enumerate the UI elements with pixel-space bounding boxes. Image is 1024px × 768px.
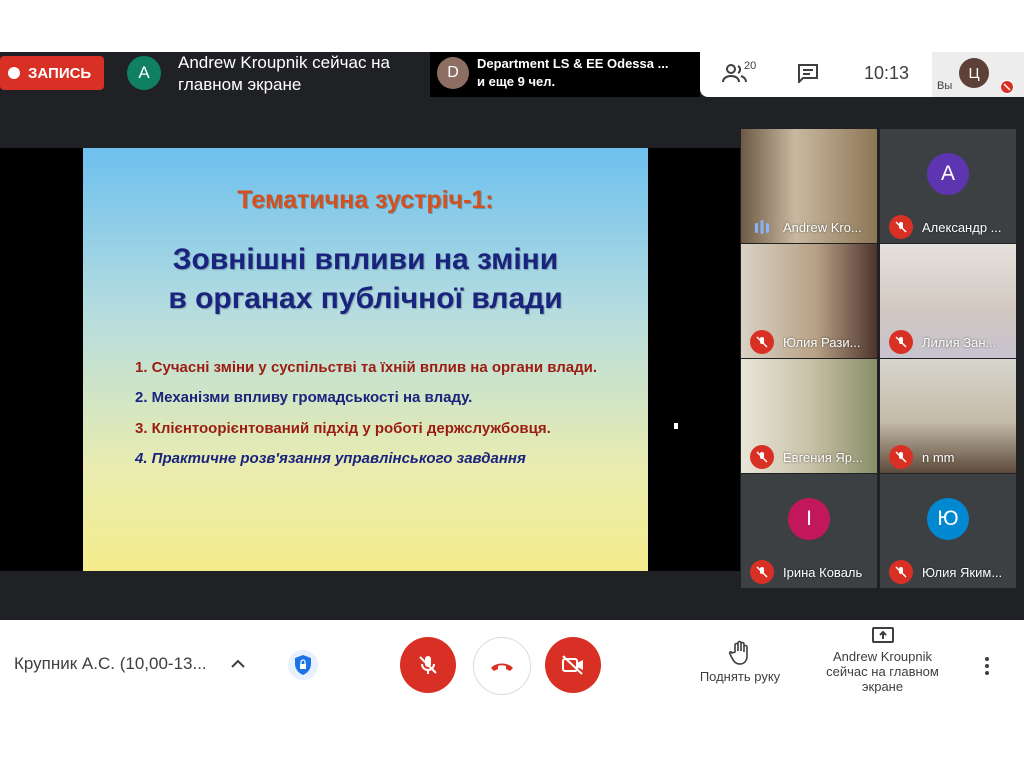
mic-off-icon bbox=[750, 445, 774, 469]
chevron-up-icon[interactable] bbox=[228, 654, 248, 674]
raise-hand-label: Поднять руку bbox=[699, 669, 781, 684]
dept-chip-text: Department LS & EE Odessa ... и еще 9 че… bbox=[477, 55, 692, 91]
participant-tile[interactable]: Ю Юлия Яким... bbox=[880, 474, 1016, 588]
participant-name: Andrew Kro... bbox=[783, 220, 862, 235]
meeting-title[interactable]: Крупник А.С. (10,00-13... bbox=[14, 654, 224, 674]
present-label: Andrew Kroupnik сейчас на главном экране bbox=[826, 649, 939, 694]
participant-tile[interactable]: І Ірина Коваль bbox=[741, 474, 877, 588]
participant-name: Александр ... bbox=[922, 220, 1002, 235]
presenter-note: Andrew Kroupnik сейчас на главном экране bbox=[178, 53, 391, 94]
participant-avatar: І bbox=[788, 498, 830, 540]
dept-avatar: D bbox=[437, 57, 469, 89]
mic-off-icon bbox=[419, 656, 437, 674]
present-screen-icon bbox=[871, 627, 894, 643]
slide-item-4: 4. Практичне розв'язання управлінського … bbox=[135, 450, 526, 467]
participant-tile[interactable]: A Александр ... bbox=[880, 129, 1016, 243]
camera-toggle-button[interactable] bbox=[545, 637, 601, 693]
participant-avatar: A bbox=[927, 153, 969, 195]
record-dot-icon bbox=[8, 67, 20, 79]
dept-name: Department LS & EE Odessa ... bbox=[477, 56, 669, 71]
participant-name: Юлия Яким... bbox=[922, 565, 1003, 580]
mic-off-icon bbox=[889, 215, 913, 239]
slide-title-line2: в органах публічної влади bbox=[168, 282, 563, 315]
participant-tile[interactable]: Евгения Яр... bbox=[741, 359, 877, 473]
participant-tile[interactable]: Лилия Зан... bbox=[880, 244, 1016, 358]
present-button[interactable]: Andrew Kroupnik сейчас на главном экране bbox=[815, 626, 950, 694]
leave-call-button[interactable] bbox=[473, 637, 531, 695]
shield-lock-icon[interactable] bbox=[288, 650, 318, 680]
participant-name: Лилия Зан... bbox=[922, 335, 997, 350]
mic-off-icon bbox=[1000, 80, 1014, 94]
participant-tile[interactable]: n mm bbox=[880, 359, 1016, 473]
slide-item-3: 3. Клієнтоорієнтований підхід у роботі д… bbox=[135, 420, 551, 437]
mic-off-icon bbox=[889, 560, 913, 584]
presenter-avatar: A bbox=[127, 56, 161, 90]
participant-avatar: Ю bbox=[927, 498, 969, 540]
mic-toggle-button[interactable] bbox=[400, 637, 456, 693]
people-count: 20 bbox=[744, 60, 757, 72]
camera-off-icon bbox=[562, 655, 583, 675]
slide-item-1: 1. Сучасні зміни у суспільстві та їхній … bbox=[135, 359, 598, 376]
mic-off-icon bbox=[750, 330, 774, 354]
self-label: Вы bbox=[937, 80, 953, 92]
mouse-cursor bbox=[674, 423, 678, 429]
dept-more: и еще 9 чел. bbox=[477, 74, 556, 89]
more-options-icon[interactable] bbox=[980, 654, 994, 678]
participant-name: Юлия Рази... bbox=[783, 335, 861, 350]
slide-item-2: 2. Механізми впливу громадськості на вла… bbox=[135, 389, 473, 406]
participant-tile[interactable]: Юлия Рази... bbox=[741, 244, 877, 358]
slide-title: Зовнішні впливи на зміни в органах публі… bbox=[83, 240, 648, 318]
participant-name: n mm bbox=[922, 450, 955, 465]
recording-label: ЗАПИСЬ bbox=[28, 64, 92, 82]
self-avatar: Ц bbox=[959, 58, 989, 88]
recording-badge[interactable]: ЗАПИСЬ bbox=[0, 56, 104, 90]
mic-off-icon bbox=[750, 560, 774, 584]
mic-off-icon bbox=[889, 445, 913, 469]
hand-icon bbox=[728, 640, 748, 665]
chat-icon[interactable] bbox=[797, 63, 819, 83]
slide-kicker: Тематична зустріч-1: bbox=[237, 186, 494, 214]
hang-up-icon bbox=[491, 663, 513, 671]
participant-name: Ірина Коваль bbox=[783, 565, 863, 580]
speaking-icon bbox=[755, 220, 769, 234]
mic-off-icon bbox=[889, 330, 913, 354]
raise-hand-button[interactable]: Поднять руку bbox=[690, 640, 790, 684]
participant-name: Евгения Яр... bbox=[783, 450, 863, 465]
participant-tile[interactable]: Andrew Kro... bbox=[741, 129, 877, 243]
clock: 10:13 bbox=[864, 63, 910, 83]
slide-title-line1: Зовнішні впливи на зміни bbox=[172, 243, 559, 276]
